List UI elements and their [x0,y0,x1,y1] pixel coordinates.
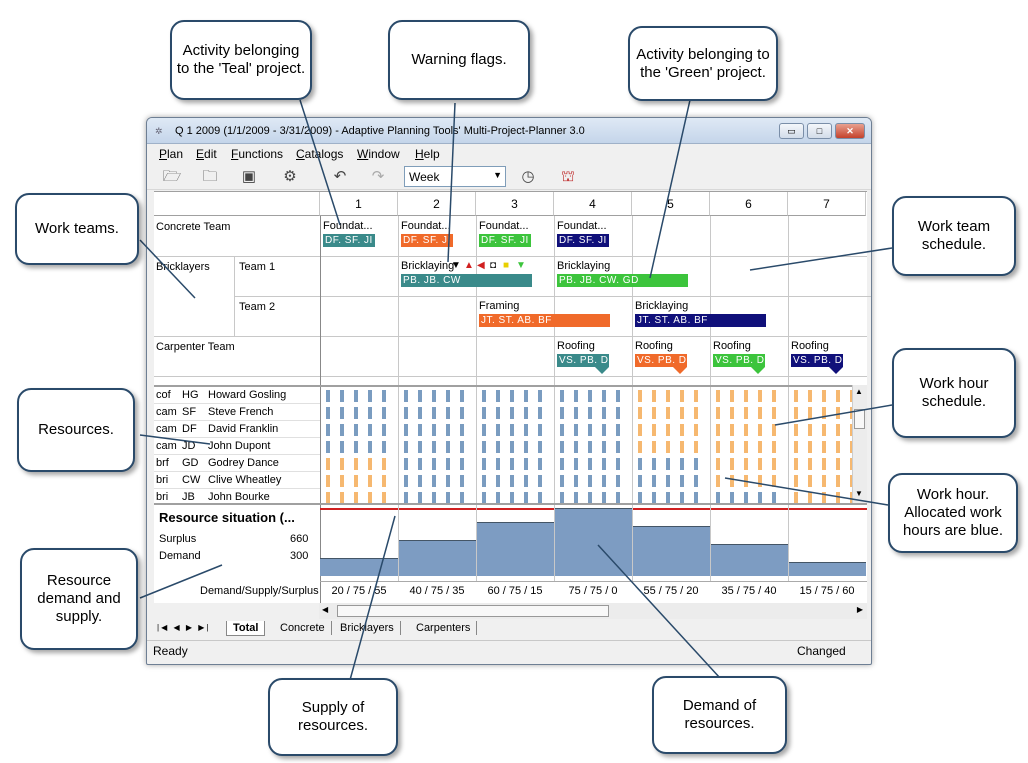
callout-work-teams: Work teams. [15,193,139,265]
callout-hour-schedule: Work hour schedule. [892,348,1016,438]
callout-green-activity: Activity belonging to the 'Green' projec… [628,26,778,101]
callout-demand-supply: Resource demand and supply. [20,548,138,650]
callout-warning-flags: Warning flags. [388,20,530,100]
callout-lines [139,99,893,681]
callout-demand-of-resources: Demand of resources. [652,676,787,754]
callout-team-schedule: Work team schedule. [892,196,1016,276]
callout-allocated-hours: Work hour. Allocated work hours are blue… [888,473,1018,553]
callout-resources: Resources. [17,388,135,472]
callout-supply-of-resources: Supply of resources. [268,678,398,756]
callout-teal-activity: Activity belonging to the 'Teal' project… [170,20,312,100]
